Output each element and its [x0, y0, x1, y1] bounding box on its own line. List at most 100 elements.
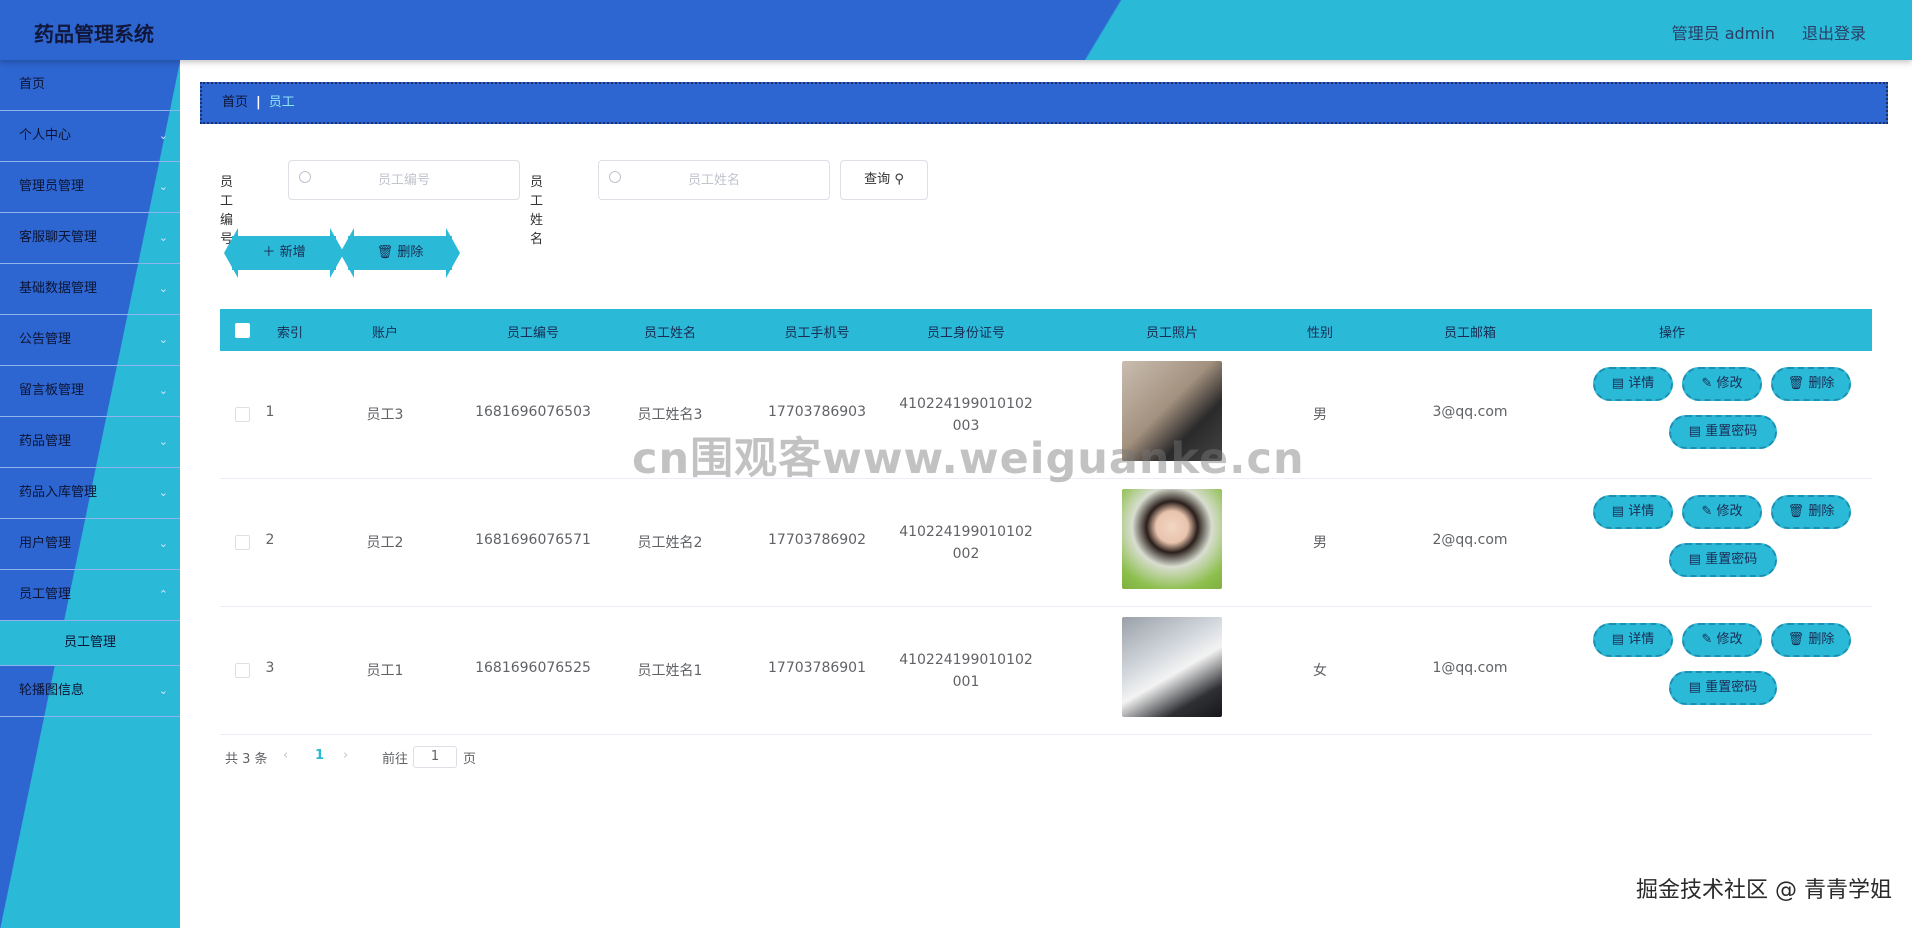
- reset-password-label: 重置密码: [1705, 680, 1758, 695]
- header-gender: 性别: [1306, 326, 1333, 341]
- add-button[interactable]: ＋ 新增: [224, 228, 344, 278]
- breadcrumb: 首页 | 员工: [200, 82, 1888, 124]
- idcard-part1: 410224199010102: [899, 396, 1033, 412]
- detail-label: 详情: [1628, 632, 1655, 647]
- chevron-down-icon: ⌄: [158, 129, 168, 142]
- sidebar-item-admin-management[interactable]: 管理员管理 ⌄: [0, 162, 180, 213]
- table-row: 1 员工3 1681696076503 员工姓名3 17703786903 41…: [220, 351, 1872, 479]
- edit-button[interactable]: ✎ 修改: [1682, 367, 1762, 401]
- sidebar-item-users[interactable]: 用户管理 ⌄: [0, 519, 180, 570]
- search-icon: [609, 171, 621, 183]
- sidebar-item-label: 基础数据管理: [19, 281, 98, 296]
- sidebar-item-personal-center[interactable]: 个人中心 ⌄: [0, 111, 180, 162]
- sidebar-item-drug[interactable]: 药品管理 ⌄: [0, 417, 180, 468]
- idcard-part2: 001: [952, 674, 980, 690]
- employee-number-field[interactable]: [288, 160, 520, 200]
- header-user-area: 管理员 admin 退出登录: [1650, 20, 1866, 44]
- batch-delete-button[interactable]: 🗑 删除: [340, 228, 460, 278]
- delete-button[interactable]: 🗑 删除: [1771, 623, 1851, 657]
- idcard-part1: 410224199010102: [899, 652, 1033, 668]
- reset-password-button[interactable]: ▤ 重置密码: [1669, 671, 1777, 705]
- next-page-button[interactable]: ›: [343, 748, 348, 763]
- detail-label: 详情: [1628, 376, 1655, 391]
- employee-photo[interactable]: [1122, 489, 1222, 589]
- sidebar-item-home[interactable]: 首页: [0, 60, 180, 111]
- sidebar-item-label: 员工管理: [19, 587, 72, 602]
- employee-name-field[interactable]: [598, 160, 830, 200]
- goto-label: 前往: [382, 752, 409, 767]
- cell-email: 1@qq.com: [1432, 660, 1508, 676]
- detail-button[interactable]: ▤ 详情: [1593, 623, 1673, 657]
- sidebar-item-label: 客服聊天管理: [19, 230, 98, 245]
- sidebar-subitem-employee-management[interactable]: 员工管理: [0, 621, 180, 666]
- employee-photo[interactable]: [1122, 617, 1222, 717]
- cell-account: 员工1: [366, 663, 404, 679]
- document-icon: ▤: [1611, 632, 1629, 647]
- cell-name: 员工姓名1: [637, 663, 703, 679]
- sidebar-item-employees[interactable]: 员工管理 ⌃: [0, 570, 180, 621]
- header-name: 员工姓名: [643, 326, 696, 341]
- delete-label: 删除: [1808, 632, 1835, 647]
- cell-email: 2@qq.com: [1432, 532, 1508, 548]
- sidebar-item-label: 留言板管理: [19, 383, 85, 398]
- header-account: 账户: [371, 326, 398, 341]
- detail-button[interactable]: ▤ 详情: [1593, 367, 1673, 401]
- document-icon: ▤: [1688, 680, 1706, 695]
- sidebar-item-drug-stock[interactable]: 药品入库管理 ⌄: [0, 468, 180, 519]
- row-checkbox[interactable]: [235, 535, 250, 550]
- delete-button[interactable]: 🗑 删除: [1771, 495, 1851, 529]
- breadcrumb-home[interactable]: 首页: [222, 95, 248, 110]
- reset-password-button[interactable]: ▤ 重置密码: [1669, 543, 1777, 577]
- cell-account: 员工3: [366, 407, 404, 423]
- cell-idcard: 410224199010102 003: [896, 393, 1036, 437]
- chevron-down-icon: ⌄: [158, 180, 168, 193]
- logout-link[interactable]: 退出登录: [1802, 24, 1866, 43]
- sidebar-item-label: 个人中心: [19, 128, 72, 143]
- idcard-part1: 410224199010102: [899, 524, 1033, 540]
- cell-name: 员工姓名3: [637, 407, 703, 423]
- breadcrumb-current: 员工: [268, 95, 295, 110]
- current-user-label: 管理员 admin: [1671, 24, 1775, 43]
- add-button-label: 新增: [279, 245, 306, 260]
- query-button[interactable]: 查询 ⚲: [840, 160, 928, 200]
- sidebar-item-message-board[interactable]: 留言板管理 ⌄: [0, 366, 180, 417]
- edit-button[interactable]: ✎ 修改: [1682, 495, 1762, 529]
- employee-name-input[interactable]: [599, 161, 829, 199]
- cell-index: 2: [265, 532, 275, 548]
- page-number-current[interactable]: 1: [315, 748, 324, 763]
- delete-label: 删除: [1808, 376, 1835, 391]
- sidebar-item-notice[interactable]: 公告管理 ⌄: [0, 315, 180, 366]
- employee-table: 索引 账户 员工编号 员工姓名 员工手机号 员工身份证号 员工照片 性别 员工邮…: [220, 309, 1872, 735]
- cell-number: 1681696076503: [475, 404, 591, 420]
- row-checkbox[interactable]: [235, 407, 250, 422]
- sidebar-item-label: 药品管理: [19, 434, 72, 449]
- sidebar-item-carousel[interactable]: 轮播图信息 ⌄: [0, 666, 180, 717]
- employee-photo[interactable]: [1122, 361, 1222, 461]
- plus-icon: ＋: [262, 245, 280, 260]
- delete-button[interactable]: 🗑 删除: [1771, 367, 1851, 401]
- table-row: 2 员工2 1681696076571 员工姓名2 17703786902 41…: [220, 479, 1872, 607]
- document-icon: ▤: [1688, 552, 1706, 567]
- chevron-down-icon: ⌄: [158, 486, 168, 499]
- chevron-down-icon: ⌄: [158, 231, 168, 244]
- sidebar-item-base-data[interactable]: 基础数据管理 ⌄: [0, 264, 180, 315]
- pencil-icon: ✎: [1701, 376, 1717, 391]
- sidebar-item-label: 药品入库管理: [19, 485, 98, 500]
- edit-label: 修改: [1716, 632, 1743, 647]
- header-actions: 操作: [1658, 326, 1685, 341]
- row-checkbox[interactable]: [235, 663, 250, 678]
- detail-label: 详情: [1628, 504, 1655, 519]
- cell-phone: 17703786903: [768, 404, 866, 420]
- edit-label: 修改: [1716, 504, 1743, 519]
- detail-button[interactable]: ▤ 详情: [1593, 495, 1673, 529]
- edit-button[interactable]: ✎ 修改: [1682, 623, 1762, 657]
- goto-page-input[interactable]: 1: [413, 746, 457, 768]
- select-all-checkbox[interactable]: [235, 323, 250, 338]
- prev-page-button[interactable]: ‹: [283, 748, 288, 763]
- chevron-down-icon: ⌄: [158, 537, 168, 550]
- employee-number-input[interactable]: [289, 161, 519, 199]
- cell-email: 3@qq.com: [1432, 404, 1508, 420]
- top-header: 药品管理系统 管理员 admin 退出登录: [0, 0, 1912, 60]
- reset-password-button[interactable]: ▤ 重置密码: [1669, 415, 1777, 449]
- sidebar-item-chat-management[interactable]: 客服聊天管理 ⌄: [0, 213, 180, 264]
